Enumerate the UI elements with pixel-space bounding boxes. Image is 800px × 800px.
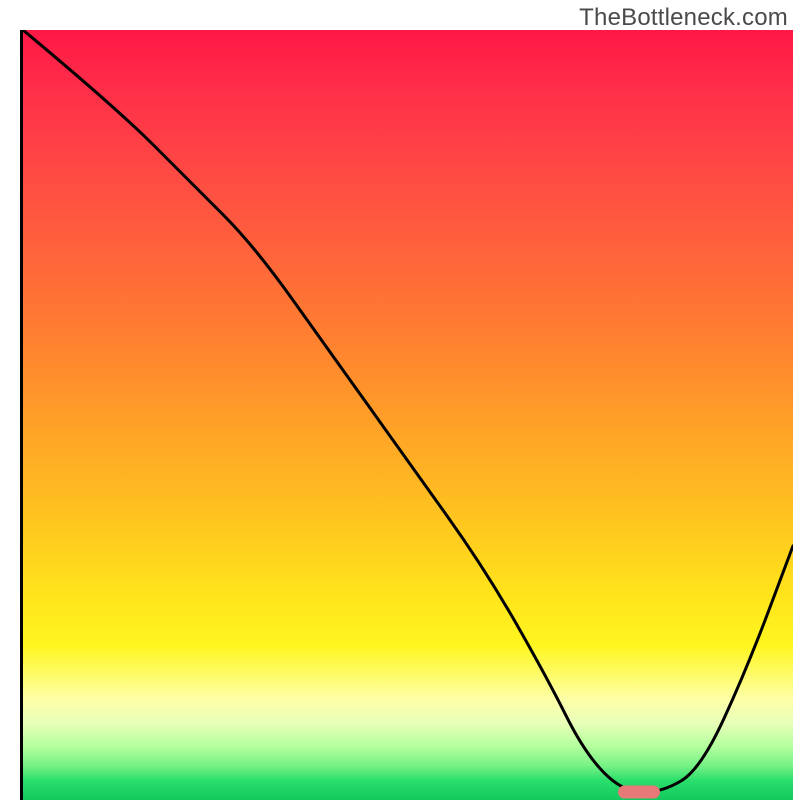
plot-area — [20, 30, 793, 800]
curve-layer — [23, 30, 793, 800]
bottleneck-curve-path — [23, 30, 793, 792]
watermark-text: TheBottleneck.com — [579, 4, 788, 32]
chart-frame: TheBottleneck.com — [0, 0, 800, 800]
optimal-marker — [618, 786, 660, 799]
